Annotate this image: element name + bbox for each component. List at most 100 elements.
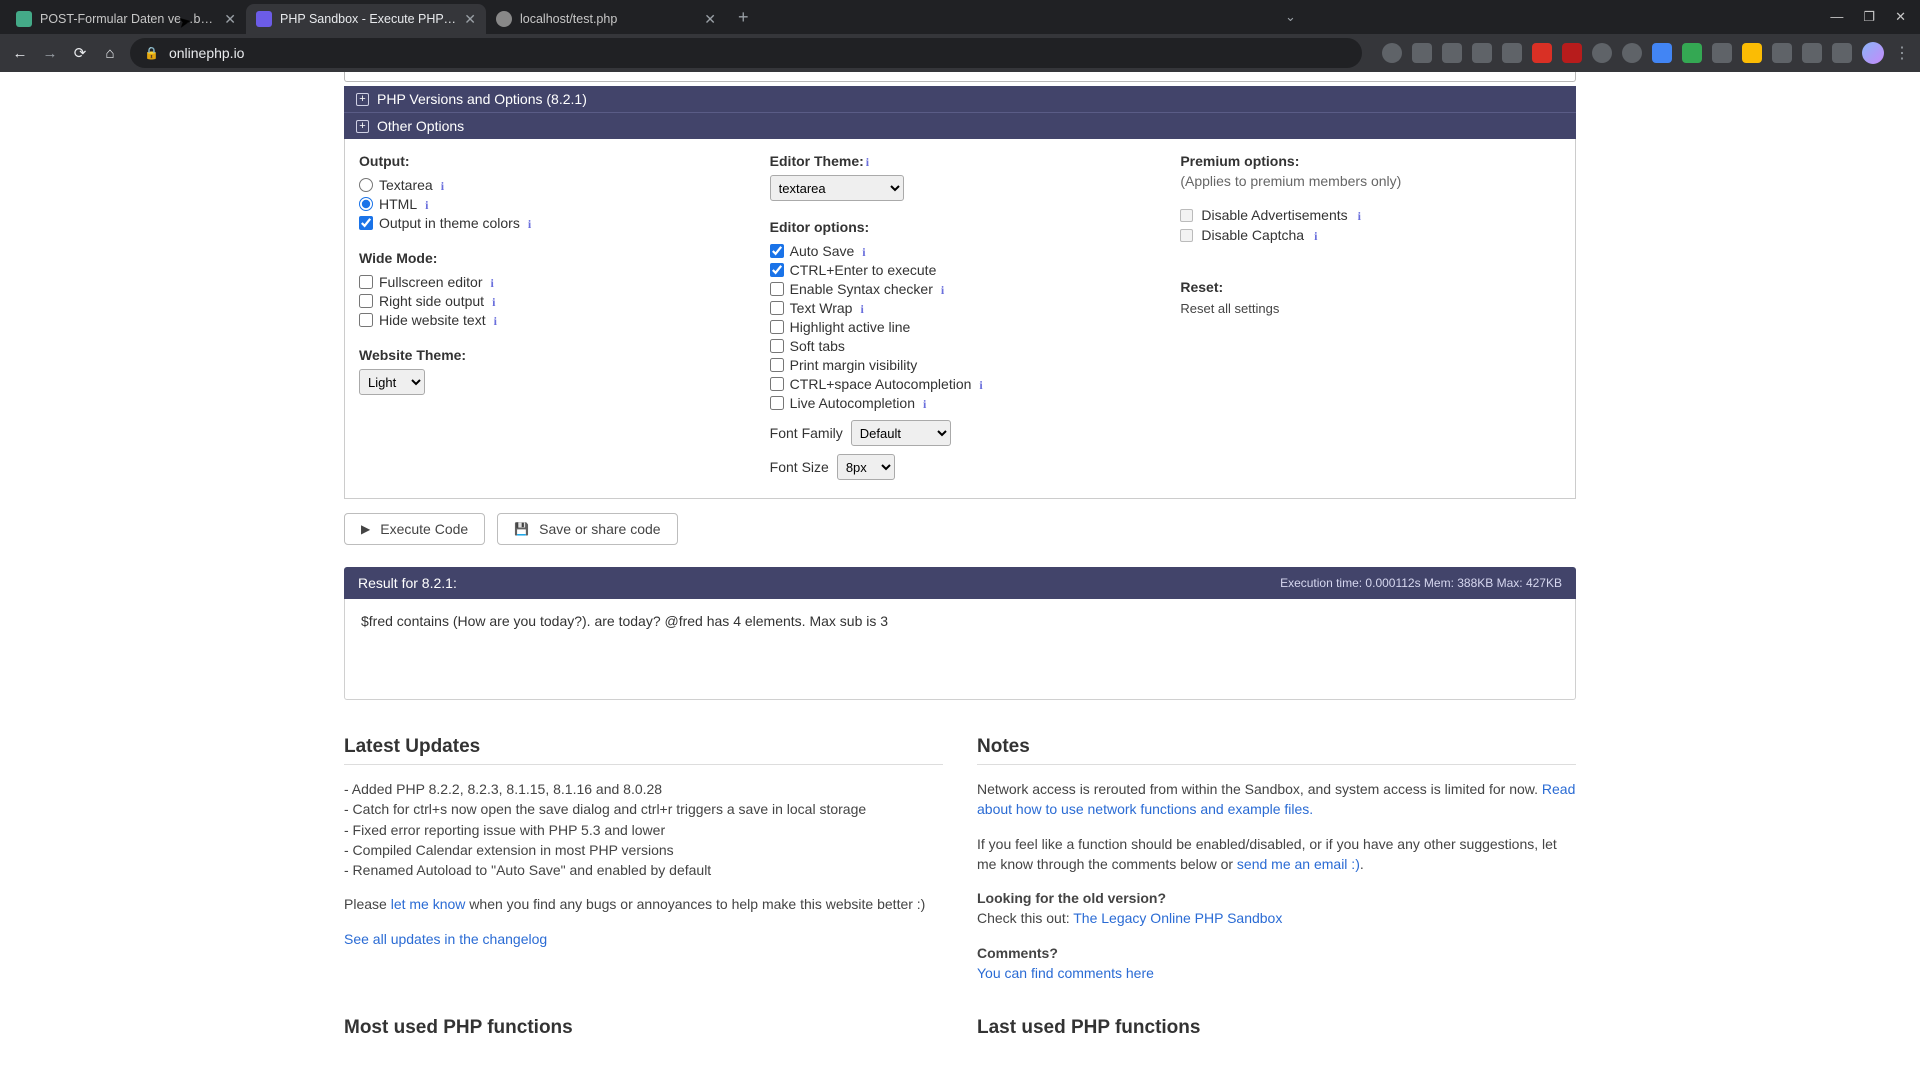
checkbox-autosave[interactable]: Auto Savei (770, 241, 1151, 260)
link-legacy-sandbox[interactable]: The Legacy Online PHP Sandbox (1073, 910, 1282, 926)
new-tab-button[interactable]: + (726, 7, 761, 28)
close-icon[interactable]: ✕ (224, 12, 236, 26)
info-icon[interactable]: i (979, 378, 984, 390)
browser-menu-icon[interactable]: ⋮ (1894, 43, 1910, 63)
maximize-icon[interactable]: ❐ (1863, 9, 1875, 25)
info-icon[interactable]: i (866, 155, 871, 167)
checkbox-fullscreen[interactable]: Fullscreen editori (359, 272, 740, 291)
extension-icon[interactable] (1592, 43, 1612, 63)
option-label: Output in theme colors (379, 215, 520, 231)
checkbox-input[interactable] (770, 320, 784, 334)
radio-output-textarea[interactable]: Textareai (359, 175, 740, 194)
select-website-theme[interactable]: Light (359, 369, 425, 395)
checkbox-input[interactable] (359, 275, 373, 289)
radio-input[interactable] (359, 178, 373, 192)
code-editor-edge (344, 72, 1576, 82)
close-icon[interactable]: ✕ (464, 12, 476, 26)
radio-input[interactable] (359, 197, 373, 211)
select-editor-theme[interactable]: textarea (770, 175, 904, 201)
result-output: $fred contains (How are you today?). are… (344, 599, 1576, 700)
info-icon[interactable]: i (491, 276, 496, 288)
back-icon[interactable]: ← (10, 45, 30, 62)
minimize-icon[interactable]: — (1830, 9, 1843, 25)
extension-icon[interactable] (1382, 43, 1402, 63)
checkbox-input[interactable] (359, 294, 373, 308)
link-comments[interactable]: You can find comments here (977, 965, 1154, 981)
extension-icon[interactable] (1532, 43, 1552, 63)
close-icon[interactable]: ✕ (704, 12, 716, 26)
label-font-family: Font Family (770, 425, 843, 441)
info-icon[interactable]: i (441, 179, 446, 191)
old-version: Looking for the old version? Check this … (977, 888, 1576, 929)
checkbox-printmargin[interactable]: Print margin visibility (770, 355, 1151, 374)
home-icon[interactable]: ⌂ (100, 45, 120, 62)
checkbox-rightside[interactable]: Right side outputi (359, 291, 740, 310)
info-icon[interactable]: i (862, 245, 867, 257)
checkbox-liveauto[interactable]: Live Autocompletioni (770, 393, 1151, 412)
extension-icon[interactable] (1742, 43, 1762, 63)
extension-icon[interactable] (1442, 43, 1462, 63)
checkbox-input[interactable] (770, 358, 784, 372)
checkbox-input[interactable] (770, 339, 784, 353)
link-reset-settings[interactable]: Reset all settings (1180, 301, 1279, 316)
accordion-other-options[interactable]: + Other Options (344, 113, 1576, 139)
browser-tab-3[interactable]: localhost/test.php ✕ (486, 4, 726, 34)
link-send-email[interactable]: send me an email :) (1237, 856, 1360, 872)
checkbox-input[interactable] (770, 301, 784, 315)
expand-icon: + (356, 120, 369, 133)
checkbox-input[interactable] (359, 216, 373, 230)
extension-icon[interactable] (1712, 43, 1732, 63)
checkbox-input[interactable] (770, 244, 784, 258)
tab-overflow-icon[interactable]: ⌄ (1285, 9, 1296, 25)
extension-icon[interactable] (1652, 43, 1672, 63)
info-icon[interactable]: i (860, 302, 865, 314)
select-font-size[interactable]: 8px (837, 454, 895, 480)
address-bar[interactable]: 🔒 onlinephp.io (130, 38, 1362, 68)
execute-button[interactable]: ▶ Execute Code (344, 513, 485, 545)
checkbox-ctrlenter[interactable]: CTRL+Enter to execute (770, 260, 1151, 279)
favicon-icon (256, 11, 272, 27)
checkbox-textwrap[interactable]: Text Wrapi (770, 298, 1151, 317)
extension-icon[interactable] (1622, 43, 1642, 63)
info-icon[interactable]: i (492, 295, 497, 307)
info-icon[interactable]: i (494, 314, 499, 326)
info-icon[interactable]: i (528, 217, 533, 229)
info-icon[interactable]: i (923, 397, 928, 409)
checkbox-input[interactable] (770, 396, 784, 410)
profile-avatar[interactable] (1862, 42, 1884, 64)
forward-icon[interactable]: → (40, 45, 60, 62)
heading-website-theme: Website Theme: (359, 347, 740, 363)
extension-icon[interactable] (1682, 43, 1702, 63)
extension-icon[interactable] (1772, 43, 1792, 63)
accordion-php-versions[interactable]: + PHP Versions and Options (8.2.1) (344, 86, 1576, 113)
select-font-family[interactable]: Default (851, 420, 951, 446)
info-icon[interactable]: i (941, 283, 946, 295)
radio-output-html[interactable]: HTMLi (359, 194, 740, 213)
side-panel-icon[interactable] (1832, 43, 1852, 63)
checkbox-input[interactable] (770, 282, 784, 296)
checkbox-input[interactable] (770, 263, 784, 277)
info-icon[interactable]: i (1314, 229, 1319, 241)
extension-icon[interactable] (1412, 43, 1432, 63)
extension-icon[interactable] (1472, 43, 1492, 63)
link-changelog[interactable]: See all updates in the changelog (344, 931, 547, 947)
browser-tab-1[interactable]: POST-Formular Daten ve…beite ✕ (6, 4, 246, 34)
window-close-icon[interactable]: ✕ (1895, 9, 1906, 25)
save-button[interactable]: 💾 Save or share code (497, 513, 677, 545)
browser-tab-2[interactable]: PHP Sandbox - Execute PHP cod ✕ (246, 4, 486, 34)
info-icon[interactable]: i (1358, 209, 1363, 221)
extensions-menu-icon[interactable] (1802, 43, 1822, 63)
checkbox-highlight[interactable]: Highlight active line (770, 317, 1151, 336)
reload-icon[interactable]: ⟳ (70, 44, 90, 62)
extension-icon[interactable] (1502, 43, 1522, 63)
info-icon[interactable]: i (425, 198, 430, 210)
checkbox-syntax[interactable]: Enable Syntax checkeri (770, 279, 1151, 298)
checkbox-input[interactable] (770, 377, 784, 391)
checkbox-softtabs[interactable]: Soft tabs (770, 336, 1151, 355)
checkbox-ctrlspace[interactable]: CTRL+space Autocompletioni (770, 374, 1151, 393)
checkbox-theme-colors[interactable]: Output in theme colors i (359, 213, 740, 232)
checkbox-hidetext[interactable]: Hide website texti (359, 310, 740, 329)
extension-icon[interactable] (1562, 43, 1582, 63)
checkbox-input[interactable] (359, 313, 373, 327)
link-let-me-know[interactable]: let me know (391, 896, 466, 912)
